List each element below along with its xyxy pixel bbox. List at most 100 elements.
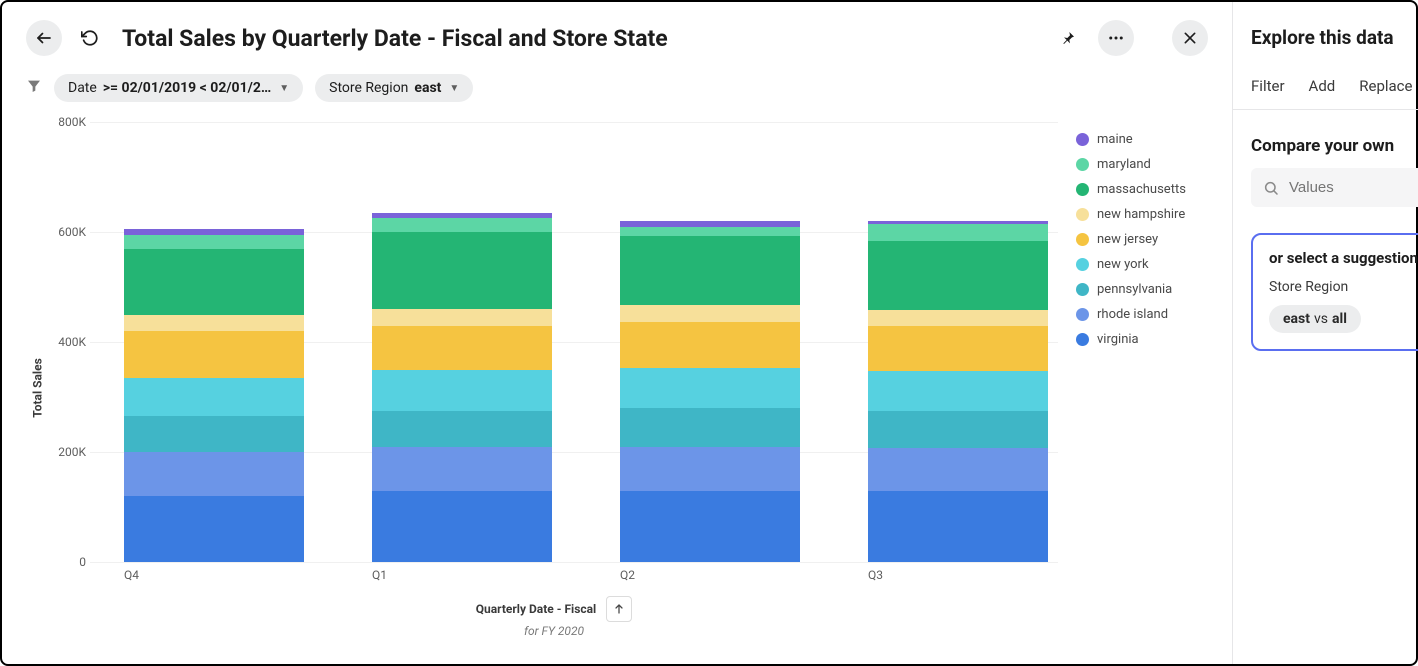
x-tick-label: Q3 (868, 562, 1048, 582)
suggestion-vs: vs (1314, 311, 1328, 327)
legend-label: maine (1097, 132, 1133, 147)
bar-segment (372, 370, 552, 411)
x-axis-label: Quarterly Date - Fiscal (476, 602, 596, 616)
y-tick-label: 0 (50, 555, 86, 569)
bar-segment (372, 218, 552, 232)
bar-q1[interactable] (372, 213, 552, 562)
compare-search-box[interactable] (1251, 168, 1418, 207)
bar-segment (124, 452, 304, 496)
bar-q3[interactable] (868, 221, 1048, 562)
bar-segment (124, 235, 304, 249)
legend-swatch (1076, 158, 1089, 171)
chart-plot-area: 0200K400K600K800K (50, 122, 1058, 562)
bar-segment (620, 408, 800, 447)
filter-region-value: east (414, 80, 441, 96)
legend-label: new jersey (1097, 232, 1158, 247)
back-button[interactable] (26, 20, 62, 56)
close-panel-button[interactable] (1172, 20, 1208, 56)
bar-segment (620, 447, 800, 491)
suggestion-card: or select a suggestion Store Region east… (1251, 233, 1418, 351)
bar-segment (868, 448, 1048, 490)
filter-icon (26, 78, 42, 98)
bar-segment (868, 241, 1048, 310)
legend-item[interactable]: pennsylvania (1076, 282, 1208, 297)
undo-button[interactable] (72, 20, 108, 56)
suggestion-lhs: east (1283, 311, 1310, 327)
suggestion-title: or select a suggestion (1269, 249, 1418, 267)
bar-segment (372, 309, 552, 326)
more-button[interactable] (1098, 20, 1134, 56)
bar-segment (868, 411, 1048, 448)
bar-segment (620, 305, 800, 322)
y-tick-label: 400K (50, 335, 86, 349)
bar-segment (124, 249, 304, 315)
legend-item[interactable]: new york (1076, 257, 1208, 272)
bar-segment (620, 227, 800, 237)
legend-swatch (1076, 258, 1089, 271)
filter-region-field: Store Region (329, 80, 408, 96)
x-axis-subtitle: for FY 2020 (50, 624, 1058, 638)
legend-label: rhode island (1097, 307, 1168, 322)
side-panel-heading: Explore this data (1251, 26, 1418, 49)
y-tick-label: 800K (50, 115, 86, 129)
tab-filter[interactable]: Filter (1251, 69, 1285, 109)
legend-swatch (1076, 133, 1089, 146)
y-tick-label: 200K (50, 445, 86, 459)
bar-segment (620, 368, 800, 408)
chevron-down-icon: ▼ (279, 83, 289, 94)
legend-label: pennsylvania (1097, 282, 1172, 297)
dots-icon (1107, 29, 1125, 47)
bar-segment (620, 491, 800, 563)
legend-item[interactable]: massachusetts (1076, 182, 1208, 197)
bar-segment (868, 224, 1048, 241)
pin-button[interactable] (1050, 20, 1086, 56)
chevron-down-icon: ▼ (449, 83, 459, 94)
suggestion-pill[interactable]: east vs all (1269, 305, 1361, 333)
legend-swatch (1076, 283, 1089, 296)
legend-item[interactable]: rhode island (1076, 307, 1208, 322)
bar-segment (868, 326, 1048, 371)
undo-icon (81, 29, 99, 47)
bar-segment (868, 491, 1048, 563)
x-tick-label: Q2 (620, 562, 800, 582)
bar-segment (124, 331, 304, 378)
close-icon (1182, 30, 1198, 46)
legend-swatch (1076, 233, 1089, 246)
legend-swatch (1076, 333, 1089, 346)
sort-ascending-button[interactable] (606, 596, 632, 622)
legend-swatch (1076, 308, 1089, 321)
legend-item[interactable]: maine (1076, 132, 1208, 147)
bar-segment (124, 496, 304, 562)
gridline (90, 562, 1058, 563)
bar-segment (620, 322, 800, 369)
x-tick-label: Q4 (124, 562, 304, 582)
search-icon (1263, 180, 1279, 196)
legend-item[interactable]: virginia (1076, 332, 1208, 347)
filter-pill-region[interactable]: Store Region east ▼ (315, 74, 473, 102)
bar-segment (124, 378, 304, 417)
filter-date-field: Date (68, 80, 97, 96)
filter-pill-date[interactable]: Date >= 02/01/2019 < 02/01/2… ▼ (54, 74, 303, 102)
legend-item[interactable]: new jersey (1076, 232, 1208, 247)
bar-segment (124, 416, 304, 452)
bar-segment (372, 326, 552, 370)
tab-add[interactable]: Add (1309, 69, 1336, 109)
chart-legend: maine maryland massachusetts new hampshire n… (1058, 122, 1208, 654)
legend-label: virginia (1097, 332, 1139, 347)
legend-swatch (1076, 208, 1089, 221)
legend-label: new hampshire (1097, 207, 1185, 222)
legend-item[interactable]: maryland (1076, 157, 1208, 172)
compare-search-input[interactable] (1287, 178, 1418, 197)
bar-q4[interactable] (124, 229, 304, 562)
tab-replace[interactable]: Replace (1359, 69, 1412, 109)
bar-segment (620, 236, 800, 305)
compare-section-title: Compare your own (1251, 136, 1418, 156)
legend-label: new york (1097, 257, 1149, 272)
y-tick-label: 600K (50, 225, 86, 239)
legend-swatch (1076, 183, 1089, 196)
bar-segment (372, 447, 552, 491)
bar-segment (372, 491, 552, 563)
bar-q2[interactable] (620, 221, 800, 562)
bar-segment (372, 411, 552, 447)
legend-item[interactable]: new hampshire (1076, 207, 1208, 222)
